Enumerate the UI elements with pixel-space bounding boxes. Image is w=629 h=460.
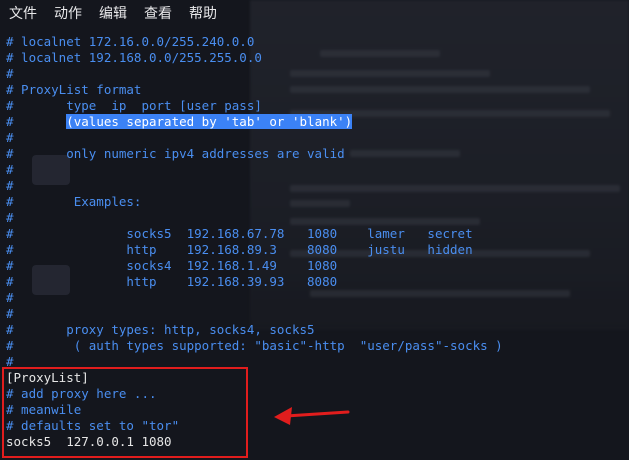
terminal-line: # localnet 172.16.0.0/255.240.0.0: [6, 34, 503, 50]
terminal-line-text: # localnet 172.16.0.0/255.240.0.0: [6, 34, 255, 49]
menu-view[interactable]: 查看: [135, 3, 172, 23]
terminal-line: # socks5 192.168.67.78 1080 lamer secret: [6, 226, 503, 242]
menu-file[interactable]: 文件: [0, 3, 37, 23]
terminal-line: # (values separated by 'tab' or 'blank'): [6, 114, 503, 130]
terminal-line-text: # ( auth types supported: "basic"-http "…: [6, 338, 503, 353]
terminal-line: # socks4 192.168.1.49 1080: [6, 258, 503, 274]
terminal-line-text: #: [6, 210, 14, 225]
terminal-line-text: # ProxyList format: [6, 82, 142, 97]
terminal-line: #: [6, 210, 503, 226]
terminal-line: #: [6, 162, 503, 178]
terminal-line: #: [6, 290, 503, 306]
terminal-line: # ( auth types supported: "basic"-http "…: [6, 338, 503, 354]
terminal-line: # localnet 192.168.0.0/255.255.0.0: [6, 50, 503, 66]
terminal-line: # proxy types: http, socks4, socks5: [6, 322, 503, 338]
terminal-line: # Examples:: [6, 194, 503, 210]
terminal-line-text: # Examples:: [6, 194, 142, 209]
terminal-line-text: #: [6, 178, 14, 193]
terminal-line: # http 192.168.39.93 8080: [6, 274, 503, 290]
terminal-line: #: [6, 66, 503, 82]
terminal-line-text: # socks4 192.168.1.49 1080: [6, 258, 338, 273]
terminal-line-text: #: [6, 290, 14, 305]
terminal-line: # ProxyList format: [6, 82, 503, 98]
terminal-line-text: # localnet 192.168.0.0/255.255.0.0: [6, 50, 262, 65]
terminal-line-text: # http 192.168.39.93 8080: [6, 274, 338, 289]
terminal-line: # only numeric ipv4 addresses are valid: [6, 146, 503, 162]
menu-help[interactable]: 帮助: [180, 3, 217, 23]
terminal-line-text: # proxy types: http, socks4, socks5: [6, 322, 315, 337]
menu-edit[interactable]: 编辑: [90, 3, 127, 23]
terminal-line: #: [6, 130, 503, 146]
menu-action[interactable]: 动作: [45, 3, 82, 23]
terminal-line-text: #: [6, 162, 14, 177]
terminal-line-text: #: [6, 130, 14, 145]
terminal-line-text: # only numeric ipv4 addresses are valid: [6, 146, 345, 161]
terminal-line: # http 192.168.89.3 8080 justu hidden: [6, 242, 503, 258]
terminal-line-text: #: [6, 306, 14, 321]
terminal-line: #: [6, 178, 503, 194]
terminal-line-text: # http 192.168.89.3 8080 justu hidden: [6, 242, 473, 257]
menubar: 文件 动作 编辑 查看 帮助: [0, 0, 225, 26]
terminal-line-text: # type ip port [user pass]: [6, 98, 262, 113]
terminal-line-text: # socks5 192.168.67.78 1080 lamer secret: [6, 226, 473, 241]
selected-text: (values separated by 'tab' or 'blank'): [66, 114, 353, 129]
annotation-arrow-icon: [274, 407, 350, 425]
annotation-highlight-box: [2, 367, 248, 458]
terminal-line: #: [6, 306, 503, 322]
terminal-line-text: #: [6, 66, 14, 81]
terminal-line: # type ip port [user pass]: [6, 98, 503, 114]
terminal-line-text: #: [6, 114, 67, 129]
